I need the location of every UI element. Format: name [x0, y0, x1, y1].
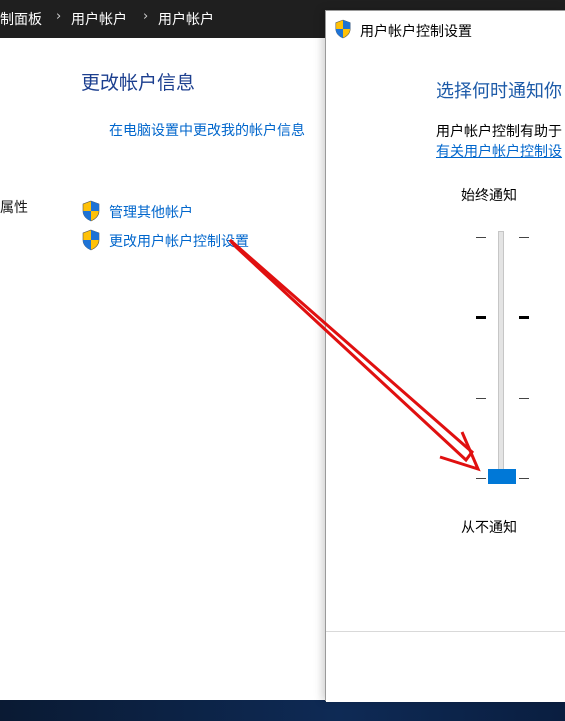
manage-accounts-link[interactable]: 管理其他帐户	[109, 202, 193, 222]
slider-tick	[476, 478, 486, 479]
taskbar	[0, 700, 565, 721]
slider-tick	[476, 237, 486, 238]
slider-bottom-label: 从不通知	[461, 520, 517, 536]
uac-help-link[interactable]: 有关用户帐户控制设	[436, 141, 562, 161]
chevron-right-icon: ›	[56, 9, 62, 24]
notification-slider-thumb[interactable]	[488, 469, 516, 484]
dialog-footer	[326, 631, 565, 702]
breadcrumb-item-control-panel[interactable]: 制面板	[0, 9, 42, 29]
shield-icon	[82, 229, 100, 251]
slider-tick	[519, 237, 529, 238]
page-title: 更改帐户信息	[81, 72, 196, 94]
breadcrumb-item-user-accounts[interactable]: 用户帐户	[71, 9, 127, 29]
uac-shield-icon	[335, 19, 351, 39]
sidebar-item-properties[interactable]: 属性	[0, 197, 28, 217]
slider-tick	[519, 478, 529, 479]
dialog-description: 用户帐户控制有助于	[436, 124, 562, 140]
shield-icon	[82, 200, 100, 222]
notification-slider-track[interactable]	[498, 231, 504, 481]
dialog-title: 用户帐户控制设置	[360, 24, 472, 40]
chevron-right-icon: ›	[143, 9, 149, 24]
dialog-heading: 选择何时通知你	[436, 81, 562, 102]
breadcrumb-item-user-accounts-current[interactable]: 用户帐户	[158, 9, 214, 29]
pc-settings-link[interactable]: 在电脑设置中更改我的帐户信息	[109, 120, 305, 140]
slider-tick	[519, 316, 529, 319]
slider-tick	[519, 398, 529, 399]
slider-top-label: 始终通知	[461, 188, 517, 204]
slider-tick	[476, 316, 486, 319]
uac-dialog: 用户帐户控制设置 选择何时通知你 用户帐户控制有助于 有关用户帐户控制设 始终通…	[325, 10, 565, 702]
uac-settings-link[interactable]: 更改用户帐户控制设置	[109, 231, 249, 251]
slider-tick	[476, 398, 486, 399]
